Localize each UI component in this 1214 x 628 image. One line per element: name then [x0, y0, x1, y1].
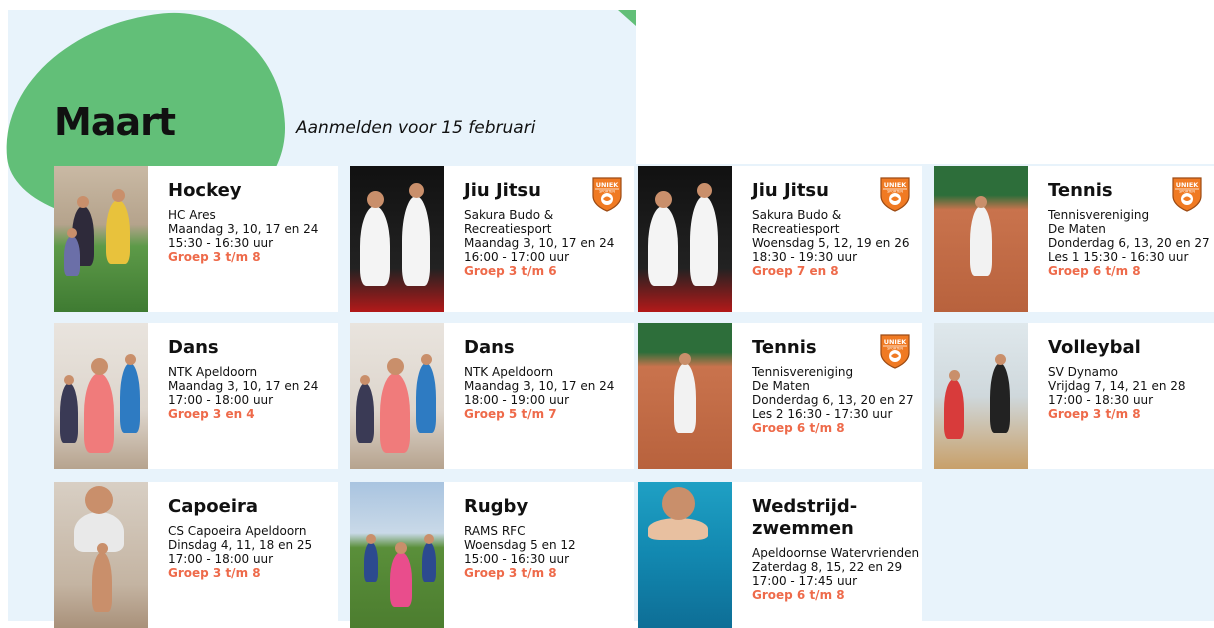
activity-card[interactable]: Rugby RAMS RFC Woensdag 5 en 12 15:00 - 16:… [350, 482, 634, 628]
activity-detail-line: 16:00 - 17:00 uur [464, 250, 570, 264]
uniek-sporten-badge-icon: UNIEKSPORTEN [1172, 177, 1202, 212]
tennis-photo [934, 166, 1028, 312]
activity-title: Volleybal [1048, 337, 1141, 358]
activity-detail-line: 15:30 - 16:30 uur [168, 236, 274, 250]
activity-details: Volleybal SV Dynamo Vrijdag 7, 14, 21 en 2… [1048, 337, 1208, 421]
activity-detail-line: 17:00 - 17:45 uur [752, 574, 858, 588]
activity-details: Hockey HC Ares Maandag 3, 10, 17 en 24 15:3… [168, 180, 332, 264]
activity-detail-line: NTK Apeldoorn [464, 365, 554, 379]
activity-group: Groep 3 t/m 8 [168, 250, 261, 264]
activity-title: Rugby [464, 496, 529, 517]
activity-group: Groep 6 t/m 8 [752, 588, 845, 602]
activity-card[interactable]: Hockey HC Ares Maandag 3, 10, 17 en 24 15:3… [54, 166, 338, 312]
activity-detail-line: Donderdag 6, 13, 20 en 27 [752, 393, 914, 407]
activity-detail-line: Woensdag 5 en 12 [464, 538, 576, 552]
jiu-jitsu-photo [638, 166, 732, 312]
activity-group: Groep 3 t/m 8 [168, 566, 261, 580]
hockey-photo [54, 166, 148, 312]
activity-detail-line: Les 2 16:30 - 17:30 uur [752, 407, 893, 421]
activity-detail-line: Les 1 15:30 - 16:30 uur [1048, 250, 1189, 264]
activity-group: Groep 3 t/m 8 [464, 566, 557, 580]
activity-group: Groep 5 t/m 7 [464, 407, 557, 421]
activity-detail-line: De Maten [752, 379, 810, 393]
activity-detail-line: 15:00 - 16:30 uur [464, 552, 570, 566]
activity-detail-line: 18:00 - 19:00 uur [464, 393, 570, 407]
activity-details: Wedstrijd-zwemmen Apeldoornse Watervriend… [752, 496, 920, 602]
activity-detail-line: Recreatiesport [752, 222, 840, 236]
activity-title: Dans [464, 337, 515, 358]
activity-detail-line: Dinsdag 4, 11, 18 en 25 [168, 538, 313, 552]
activity-detail-line: 17:00 - 18:00 uur [168, 393, 274, 407]
activity-card[interactable]: Volleybal SV Dynamo Vrijdag 7, 14, 21 en 2… [934, 323, 1214, 469]
rugby-photo [350, 482, 444, 628]
activity-card[interactable]: Wedstrijd-zwemmen Apeldoornse Watervriend… [638, 482, 922, 628]
uniek-sporten-badge-icon: UNIEKSPORTEN [880, 177, 910, 212]
activity-card[interactable]: Tennis Tennisvereniging De Maten Donderdag … [934, 166, 1214, 312]
activity-details: Capoeira CS Capoeira Apeldoorn Dinsdag 4, … [168, 496, 332, 580]
activity-title: Wedstrijd-zwemmen [752, 496, 858, 539]
activity-details: Dans NTK Apeldoorn Maandag 3, 10, 17 en 24… [464, 337, 628, 421]
activity-details: Rugby RAMS RFC Woensdag 5 en 12 15:00 - 16:… [464, 496, 628, 580]
activity-card[interactable]: Jiu Jitsu Sakura Budo & Recreatiesport Maan… [350, 166, 634, 312]
activity-card[interactable]: Dans NTK Apeldoorn Maandag 3, 10, 17 en 24… [54, 323, 338, 469]
volleyball-photo [934, 323, 1028, 469]
svg-text:UNIEK: UNIEK [1176, 181, 1200, 189]
activity-card[interactable]: Dans NTK Apeldoorn Maandag 3, 10, 17 en 24… [350, 323, 634, 469]
activity-detail-line: Maandag 3, 10, 17 en 24 [464, 236, 615, 250]
svg-text:UNIEK: UNIEK [596, 181, 620, 189]
activity-detail-line: Maandag 3, 10, 17 en 24 [464, 379, 615, 393]
svg-text:UNIEK: UNIEK [884, 338, 908, 346]
activity-card[interactable]: Jiu Jitsu Sakura Budo & Recreatiesport Woen… [638, 166, 922, 312]
activity-detail-line: Vrijdag 7, 14, 21 en 28 [1048, 379, 1186, 393]
activity-detail-line: 17:00 - 18:00 uur [168, 552, 274, 566]
activity-detail-line: 18:30 - 19:30 uur [752, 250, 858, 264]
activity-group: Groep 3 t/m 8 [1048, 407, 1141, 421]
uniek-sporten-badge-icon: UNIEKSPORTEN [880, 334, 910, 369]
capoeira-photo [54, 482, 148, 628]
month-title: Maart [54, 100, 176, 144]
activity-detail-line: Maandag 3, 10, 17 en 24 [168, 379, 319, 393]
jiu-jitsu-photo [350, 166, 444, 312]
activity-detail-line: RAMS RFC [464, 524, 526, 538]
activity-detail-line: Donderdag 6, 13, 20 en 27 [1048, 236, 1210, 250]
activity-detail-line: Woensdag 5, 12, 19 en 26 [752, 236, 910, 250]
activity-detail-line: Apeldoornse Watervrienden [752, 546, 920, 560]
activity-detail-line: CS Capoeira Apeldoorn [168, 524, 307, 538]
activity-title: Hockey [168, 180, 242, 201]
svg-text:UNIEK: UNIEK [884, 181, 908, 189]
dance-photo [54, 323, 148, 469]
activity-group: Groep 3 en 4 [168, 407, 255, 421]
registration-deadline: Aanmelden voor 15 februari [296, 118, 536, 138]
uniek-sporten-badge-icon: UNIEKSPORTEN [592, 177, 622, 212]
activity-title: Capoeira [168, 496, 259, 517]
activity-detail-line: NTK Apeldoorn [168, 365, 258, 379]
svg-text:SPORTEN: SPORTEN [887, 347, 903, 351]
activity-detail-line: De Maten [1048, 222, 1106, 236]
activity-detail-line: Recreatiesport [464, 222, 552, 236]
swimming-photo [638, 482, 732, 628]
activity-detail-line: HC Ares [168, 208, 216, 222]
activity-card[interactable]: Tennis Tennisvereniging De Maten Donderdag … [638, 323, 922, 469]
svg-text:SPORTEN: SPORTEN [599, 190, 615, 194]
svg-text:SPORTEN: SPORTEN [887, 190, 903, 194]
activity-group: Groep 3 t/m 6 [464, 264, 557, 278]
activity-detail-line: Zaterdag 8, 15, 22 en 29 [752, 560, 903, 574]
activity-group: Groep 6 t/m 8 [1048, 264, 1141, 278]
activity-detail-line: Maandag 3, 10, 17 en 24 [168, 222, 319, 236]
dance-photo [350, 323, 444, 469]
activity-detail-line: SV Dynamo [1048, 365, 1118, 379]
svg-text:SPORTEN: SPORTEN [1179, 190, 1195, 194]
activity-detail-line: 17:00 - 18:30 uur [1048, 393, 1154, 407]
activity-card[interactable]: Capoeira CS Capoeira Apeldoorn Dinsdag 4, … [54, 482, 338, 628]
activity-title: Dans [168, 337, 219, 358]
activity-group: Groep 7 en 8 [752, 264, 839, 278]
activity-details: Dans NTK Apeldoorn Maandag 3, 10, 17 en 24… [168, 337, 332, 421]
activity-group: Groep 6 t/m 8 [752, 421, 845, 435]
tennis-photo [638, 323, 732, 469]
